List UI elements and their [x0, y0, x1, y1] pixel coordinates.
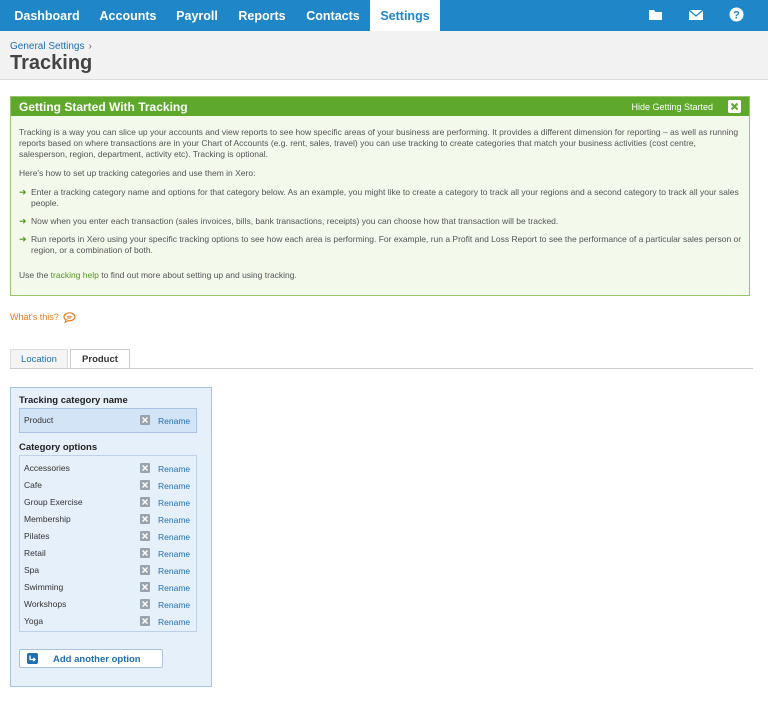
delete-icon[interactable] [140, 415, 150, 425]
delete-icon[interactable] [140, 548, 150, 558]
step-text: Enter a tracking category name and optio… [31, 187, 739, 208]
help-footer: Use the tracking help to find out more a… [19, 270, 743, 281]
option-name: Retail [24, 548, 46, 558]
breadcrumb-general-settings[interactable]: General Settings [10, 41, 85, 52]
list-item: Group Exercise Rename [20, 494, 196, 511]
nav-payroll[interactable]: Payroll [166, 0, 228, 31]
option-name: Group Exercise [24, 497, 83, 507]
page-title: Tracking [10, 52, 93, 74]
option-name: Accessories [24, 463, 70, 473]
list-item: Cafe Rename [20, 477, 196, 494]
folder-icon[interactable] [648, 8, 664, 22]
list-item: Membership Rename [20, 511, 196, 528]
delete-icon[interactable] [140, 616, 150, 626]
add-option-icon [27, 653, 38, 664]
category-name-row: Product Rename [19, 408, 197, 433]
list-item: Yoga Rename [20, 613, 196, 630]
option-name: Swimming [24, 582, 64, 592]
delete-icon[interactable] [140, 463, 150, 473]
tab-divider [10, 368, 753, 369]
rename-option-button[interactable]: Rename [158, 515, 190, 525]
nav-reports[interactable]: Reports [228, 0, 296, 31]
speech-bubble-icon [63, 312, 76, 324]
getting-started-title: Getting Started With Tracking [19, 100, 188, 114]
list-item: Retail Rename [20, 545, 196, 562]
how-to-text: Here's how to set up tracking categories… [19, 168, 256, 178]
nav-contacts[interactable]: Contacts [296, 0, 370, 31]
step-text: Run reports in Xero using your specific … [31, 234, 742, 255]
help-footer-pre: Use the [19, 270, 49, 280]
rename-option-button[interactable]: Rename [158, 481, 190, 491]
step-text: Now when you enter each transaction (sal… [31, 216, 559, 226]
arrow-icon: ➜ [19, 187, 27, 197]
add-another-option-button[interactable]: Add another option [19, 649, 163, 668]
delete-icon[interactable] [140, 480, 150, 490]
tab-location[interactable]: Location [10, 349, 68, 369]
nav-dashboard[interactable]: Dashboard [4, 0, 90, 31]
arrow-icon: ➜ [19, 216, 27, 226]
help-footer-post: to find out more about setting up and us… [101, 270, 297, 280]
list-item: ➜ Enter a tracking category name and opti… [19, 187, 743, 209]
rename-option-button[interactable]: Rename [158, 532, 190, 542]
rename-option-button[interactable]: Rename [158, 600, 190, 610]
list-item: Pilates Rename [20, 528, 196, 545]
top-nav: Dashboard Accounts Payroll Reports Conta… [0, 0, 768, 31]
nav-accounts[interactable]: Accounts [90, 0, 166, 31]
delete-icon[interactable] [140, 582, 150, 592]
list-item: ➜ Now when you enter each transaction (sa… [19, 216, 743, 227]
option-name: Yoga [24, 616, 44, 626]
whats-this-link[interactable]: What's this? [10, 312, 76, 324]
hide-getting-started-link[interactable]: Hide Getting Started [631, 102, 713, 112]
breadcrumb-separator: › [88, 41, 92, 52]
delete-icon[interactable] [140, 531, 150, 541]
tracking-category-label: Tracking category name [19, 395, 128, 406]
delete-icon[interactable] [140, 497, 150, 507]
tracking-intro-text: Tracking is a way you can slice up your … [19, 127, 739, 159]
svg-text:?: ? [733, 10, 740, 22]
rename-option-button[interactable]: Rename [158, 464, 190, 474]
tracking-category-panel: Tracking category name Product Rename Ca… [10, 387, 212, 687]
rename-option-button[interactable]: Rename [158, 617, 190, 627]
arrow-icon: ➜ [19, 234, 27, 244]
help-icon[interactable]: ? [729, 7, 744, 22]
getting-started-body: Tracking is a way you can slice up your … [19, 127, 743, 289]
tab-product[interactable]: Product [70, 349, 130, 369]
category-options-list: Accessories Rename Cafe Rename Group Exerc… [19, 455, 197, 632]
whats-this-label: What's this? [10, 312, 59, 322]
getting-started-panel: Getting Started With Tracking Hide Getti… [10, 96, 750, 296]
breadcrumb: General Settings › [10, 41, 92, 52]
option-name: Pilates [24, 531, 50, 541]
list-item: Swimming Rename [20, 579, 196, 596]
rename-option-button[interactable]: Rename [158, 549, 190, 559]
rename-option-button[interactable]: Rename [158, 566, 190, 576]
list-item: Accessories Rename [20, 460, 196, 477]
option-name: Workshops [24, 599, 67, 609]
getting-started-header: Getting Started With Tracking Hide Getti… [11, 97, 749, 116]
option-name: Spa [24, 565, 40, 575]
nav-settings[interactable]: Settings [370, 0, 440, 31]
delete-icon[interactable] [140, 599, 150, 609]
page-header: General Settings › Tracking [0, 31, 768, 80]
category-name: Product [24, 415, 54, 425]
close-icon[interactable] [728, 100, 741, 113]
delete-icon[interactable] [140, 514, 150, 524]
list-item: Workshops Rename [20, 596, 196, 613]
category-options-label: Category options [19, 442, 98, 453]
rename-option-button[interactable]: Rename [158, 583, 190, 593]
option-name: Membership [24, 514, 71, 524]
add-another-option-label: Add another option [53, 654, 141, 665]
tracking-help-link[interactable]: tracking help [51, 270, 99, 280]
list-item: Spa Rename [20, 562, 196, 579]
list-item: ➜ Run reports in Xero using your specific… [19, 234, 743, 256]
mail-icon[interactable] [688, 8, 704, 22]
rename-category-button[interactable]: Rename [158, 416, 190, 426]
steps-list: ➜ Enter a tracking category name and opti… [19, 187, 743, 256]
delete-icon[interactable] [140, 565, 150, 575]
option-name: Cafe [24, 480, 42, 490]
category-row: Product Rename [20, 412, 196, 429]
rename-option-button[interactable]: Rename [158, 498, 190, 508]
